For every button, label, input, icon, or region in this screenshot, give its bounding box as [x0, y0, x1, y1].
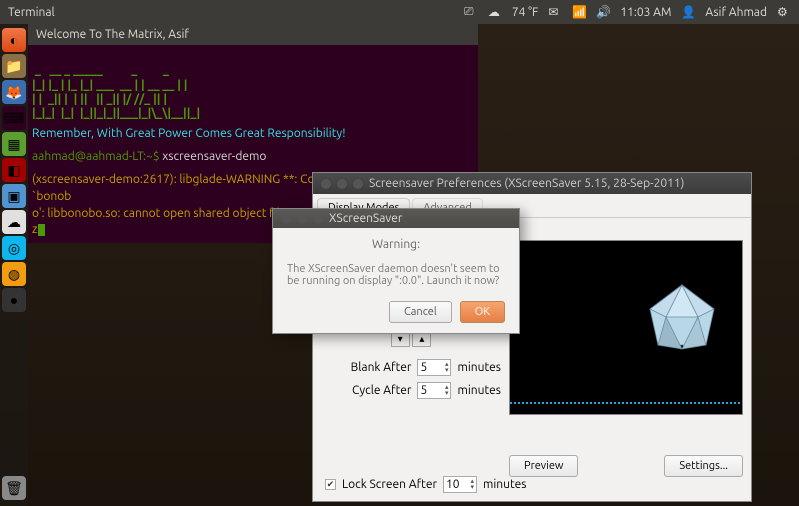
prefs-titlebar[interactable]: Screensaver Preferences (XScreenSaver 5.…: [313, 173, 751, 194]
terminal-titlebar[interactable]: Welcome To The Matrix, Asif: [28, 24, 478, 45]
lock-screen-label: Lock Screen After: [342, 478, 437, 491]
blank-after-spinner[interactable]: 5▴▾: [417, 359, 451, 376]
volume-icon[interactable]: 🔊: [596, 5, 610, 19]
clock[interactable]: 11:03 AM: [620, 6, 671, 19]
launcher-dash-icon[interactable]: ◐: [2, 28, 26, 52]
weather-temp[interactable]: 74 °F: [512, 6, 538, 19]
top-panel: Terminal ⎚ ☁ 74 °F ✉ 📶 🔊 11:03 AM 👤 Asif…: [0, 0, 799, 24]
cycle-after-spinner[interactable]: 5▴▾: [417, 382, 451, 399]
preview-title: it: [509, 226, 743, 238]
maximize-icon[interactable]: [353, 179, 363, 189]
cycle-after-label: Cycle After: [352, 384, 411, 397]
launcher-firefox-icon[interactable]: 🦊: [2, 80, 26, 104]
weather-icon[interactable]: ☁: [488, 5, 502, 19]
mail-icon[interactable]: ✉: [548, 5, 562, 19]
settings-button[interactable]: Settings...: [664, 455, 743, 477]
launcher-cloud-icon[interactable]: ☁: [2, 210, 26, 234]
cancel-button[interactable]: Cancel: [389, 301, 452, 323]
screensaver-preview: [509, 240, 743, 415]
indicator-icon[interactable]: ⎚: [464, 5, 478, 19]
dialog-message: The XScreenSaver daemon doesn't seem to …: [287, 263, 505, 287]
close-icon[interactable]: [321, 179, 331, 189]
ok-button[interactable]: OK: [460, 301, 505, 323]
terminal-line: Remember, With Great Power Comes Great R…: [32, 126, 474, 143]
user-name[interactable]: Asif Ahmad: [705, 6, 767, 19]
blank-after-label: Blank After: [351, 361, 412, 374]
minimize-icon[interactable]: [337, 179, 347, 189]
lock-checkbox[interactable]: ✔: [325, 479, 336, 490]
launcher-app-icon[interactable]: ●: [2, 288, 26, 312]
launcher-trash-icon[interactable]: 🗑: [2, 476, 26, 500]
launcher-app-icon[interactable]: ◧: [2, 158, 26, 182]
launcher-files-icon[interactable]: 📁: [2, 54, 26, 78]
dialog-heading: Warning:: [287, 238, 505, 251]
maximize-icon[interactable]: [313, 214, 323, 224]
preview-waveform: [510, 402, 742, 404]
user-icon: 👤: [681, 5, 695, 19]
lock-after-spinner[interactable]: 10▴▾: [443, 476, 477, 493]
lock-screen-row: ✔ Lock Screen After 10▴▾ minutes: [325, 476, 527, 493]
launcher-terminal-icon[interactable]: ⌨: [2, 106, 26, 130]
unity-launcher: ◐ 📁 🦊 ⌨ ▦ ◧ ▣ ☁ ◎ ◍ ● 🗑: [0, 24, 28, 506]
warning-dialog: XScreenSaver Warning: The XScreenSaver d…: [272, 208, 520, 334]
gear-icon[interactable]: ⚙: [777, 5, 791, 19]
panel-indicators: ⎚ ☁ 74 °F ✉ 📶 🔊 11:03 AM 👤 Asif Ahmad ⚙: [464, 5, 791, 19]
tronbit-icon: [642, 281, 722, 361]
network-icon[interactable]: 📶: [572, 5, 586, 19]
terminal-prompt-line: aahmad@aahmad-LT:~$ xscreensaver-demo: [32, 149, 474, 166]
launcher-vbox-icon[interactable]: ▣: [2, 184, 26, 208]
panel-app-name: Terminal: [8, 6, 55, 19]
dialog-titlebar[interactable]: XScreenSaver: [273, 209, 519, 228]
preview-button[interactable]: Preview: [509, 455, 578, 477]
ascii-art: _ __ _ _____ _ _ |_| |_ | |_ |_| ___ __ …: [32, 49, 474, 120]
minimize-icon[interactable]: [297, 214, 307, 224]
launcher-app-icon[interactable]: ▦: [2, 132, 26, 156]
terminal-cursor: [38, 224, 45, 236]
launcher-app-icon[interactable]: ◎: [2, 236, 26, 260]
close-icon[interactable]: [281, 214, 291, 224]
launcher-app-icon[interactable]: ◍: [2, 262, 26, 286]
